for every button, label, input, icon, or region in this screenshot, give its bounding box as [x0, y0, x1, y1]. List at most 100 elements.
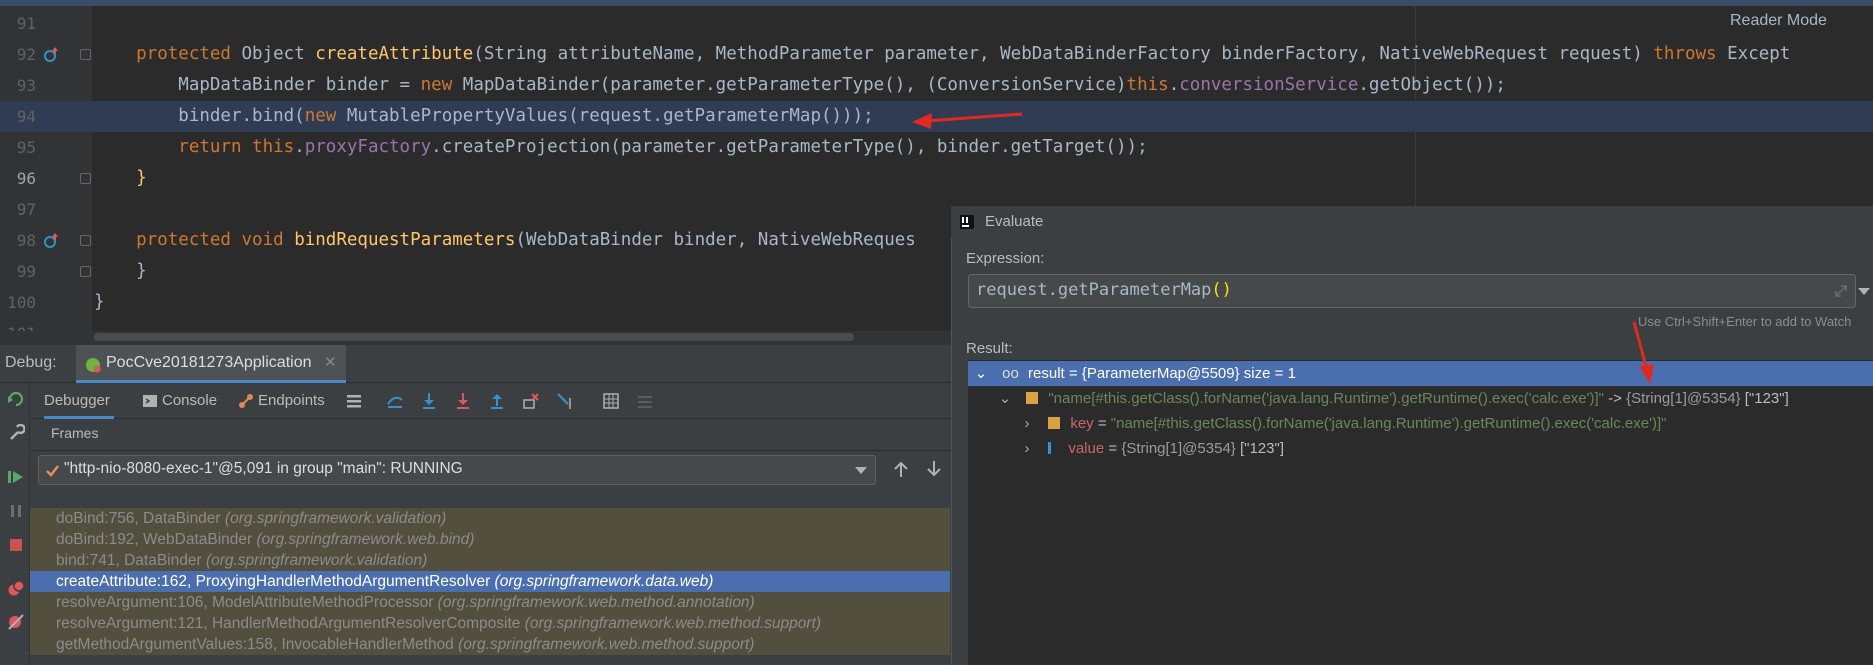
- line-number[interactable]: 95: [0, 132, 36, 163]
- code-text: protected void bindRequestParameters(Web…: [94, 225, 916, 256]
- stop-icon[interactable]: [7, 536, 25, 554]
- stack-frame[interactable]: getMethodArgumentValues:158, InvocableHa…: [30, 634, 950, 655]
- tab-debugger[interactable]: Debugger: [44, 383, 114, 419]
- code-token: conversionService: [1179, 75, 1359, 95]
- override-method-icon[interactable]: [43, 233, 58, 248]
- stack-frame[interactable]: createAttribute:162, ProxyingHandlerMeth…: [30, 571, 950, 592]
- endpoints-icon: [239, 394, 253, 408]
- frame-package: (org.springframework.web.method.support): [524, 615, 822, 632]
- check-icon: [46, 465, 59, 477]
- line-number[interactable]: 98: [0, 225, 36, 256]
- stack-frame[interactable]: doBind:192, WebDataBinder (org.springfra…: [30, 529, 950, 550]
- line-number[interactable]: 100: [0, 287, 36, 318]
- stack-frame[interactable]: resolveArgument:121, HandlerMethodArgume…: [30, 613, 950, 634]
- close-icon[interactable]: ✕: [324, 353, 337, 371]
- code-line[interactable]: 93 MapDataBinder binder = new MapDataBin…: [0, 70, 1873, 101]
- trace-stream-icon: [638, 396, 652, 408]
- stack-frame[interactable]: bind:741, DataBinder (org.springframewor…: [30, 550, 950, 571]
- expand-icon[interactable]: [1834, 284, 1848, 298]
- fold-marker-icon[interactable]: [80, 266, 91, 277]
- wrench-icon[interactable]: [7, 424, 25, 442]
- debug-header: Debug: PocCve20181273Application ✕: [0, 345, 955, 383]
- next-thread-icon[interactable]: [925, 460, 943, 478]
- tab-debugger-label: Debugger: [44, 392, 110, 409]
- session-tab[interactable]: PocCve20181273Application ✕: [76, 345, 346, 383]
- code-line[interactable]: 91: [0, 8, 1873, 39]
- value-name: value: [1068, 440, 1105, 457]
- expression-input[interactable]: request.getParameterMap(): [968, 274, 1856, 308]
- result-root-row[interactable]: ⌄ oo result = {ParameterMap@5509} size =…: [968, 361, 1873, 386]
- resume-icon[interactable]: [7, 468, 25, 486]
- code-token: protected void: [94, 230, 295, 250]
- frame-method: doBind:756, DataBinder: [56, 510, 225, 527]
- step-over-icon[interactable]: [420, 392, 438, 410]
- console-icon: [143, 395, 157, 407]
- code-token: return this: [94, 137, 295, 157]
- code-text: binder.bind(new MutablePropertyValues(re…: [94, 101, 873, 132]
- value-eq: =: [1104, 440, 1122, 457]
- code-token: MapDataBinder binder =: [94, 75, 421, 95]
- tab-endpoints[interactable]: Endpoints: [238, 383, 333, 419]
- line-number[interactable]: 94: [0, 101, 36, 132]
- chevron-down-icon[interactable]: ⌄: [998, 386, 1012, 411]
- value-row[interactable]: › value = {String[1]@5354} ["123"]: [968, 436, 1873, 461]
- line-number[interactable]: 93: [0, 70, 36, 101]
- previous-thread-icon[interactable]: [892, 460, 910, 478]
- chevron-right-icon[interactable]: ›: [1020, 436, 1034, 461]
- code-line[interactable]: 95 return this.proxyFactory.createProjec…: [0, 132, 1873, 163]
- step-out-icon[interactable]: [488, 392, 506, 410]
- key-row[interactable]: › key = "name[#this.getClass().forName('…: [968, 411, 1873, 436]
- entry-arrow: ->: [1603, 390, 1627, 407]
- code-token: Except: [1727, 44, 1791, 64]
- mute-breakpoints-icon[interactable]: [7, 613, 25, 631]
- frame-method: getMethodArgumentValues:158, InvocableHa…: [56, 636, 459, 653]
- frame-package: (org.springframework.validation): [205, 552, 428, 569]
- expression-text: request.getParameterMap(): [976, 280, 1232, 300]
- expression-label: Expression:: [966, 250, 1045, 267]
- code-text: return this.proxyFactory.createProjectio…: [94, 132, 1147, 163]
- run-to-cursor-icon[interactable]: [556, 392, 574, 410]
- frame-method: createAttribute:162, ProxyingHandlerMeth…: [56, 573, 495, 590]
- step-into-icon[interactable]: [454, 392, 472, 410]
- value-type: {String[1]@5354}: [1121, 440, 1240, 457]
- history-dropdown-icon[interactable]: [1858, 288, 1870, 296]
- override-method-icon[interactable]: [43, 47, 58, 62]
- line-number[interactable]: 92: [0, 39, 36, 70]
- fold-marker-icon[interactable]: [80, 235, 91, 246]
- evaluate-expression-icon[interactable]: [602, 392, 620, 410]
- code-line[interactable]: 92 protected Object createAttribute(Stri…: [0, 39, 1873, 70]
- code-token: .: [294, 137, 305, 157]
- fold-marker-icon[interactable]: [80, 49, 91, 60]
- line-number[interactable]: 97: [0, 194, 36, 225]
- stack-frame[interactable]: doBind:756, DataBinder (org.springframew…: [30, 508, 950, 529]
- key-eq: =: [1093, 415, 1111, 432]
- code-token: }: [94, 261, 147, 281]
- code-token: throws: [1653, 44, 1728, 64]
- chevron-right-icon[interactable]: ›: [1020, 411, 1034, 436]
- line-number[interactable]: 91: [0, 8, 36, 39]
- rerun-icon[interactable]: [7, 390, 25, 408]
- code-text: protected Object createAttribute(String …: [94, 39, 1790, 70]
- code-token: MapDataBinder(parameter.getParameterType…: [462, 75, 1127, 95]
- line-number[interactable]: 99: [0, 256, 36, 287]
- code-token: proxyFactory: [304, 137, 432, 157]
- spring-boot-icon: [86, 358, 101, 373]
- code-line[interactable]: 96 }: [0, 163, 1873, 194]
- stack-frame[interactable]: resolveArgument:106, ModelAttributeMetho…: [30, 592, 950, 613]
- line-number[interactable]: 96: [0, 163, 36, 194]
- map-entry-row[interactable]: ⌄ "name[#this.getClass().forName('java.l…: [968, 386, 1873, 411]
- key-value: "name[#this.getClass().forName('java.lan…: [1110, 415, 1667, 432]
- pause-icon[interactable]: [7, 502, 25, 520]
- view-breakpoints-icon[interactable]: [7, 579, 25, 597]
- editor-horizontal-scrollbar[interactable]: [94, 333, 854, 341]
- layout-menu-icon[interactable]: [345, 392, 363, 410]
- tab-console[interactable]: Console: [142, 383, 217, 419]
- show-execution-point-icon[interactable]: [386, 392, 404, 410]
- thread-selector[interactable]: "http-nio-8080-exec-1"@5,091 in group "m…: [38, 455, 876, 485]
- chevron-down-icon[interactable]: ⌄: [974, 361, 988, 386]
- field-icon: [1026, 392, 1039, 404]
- drop-frame-icon[interactable]: [522, 392, 540, 410]
- code-token: protected: [94, 44, 242, 64]
- fold-marker-icon[interactable]: [80, 173, 91, 184]
- code-text: }: [94, 256, 147, 287]
